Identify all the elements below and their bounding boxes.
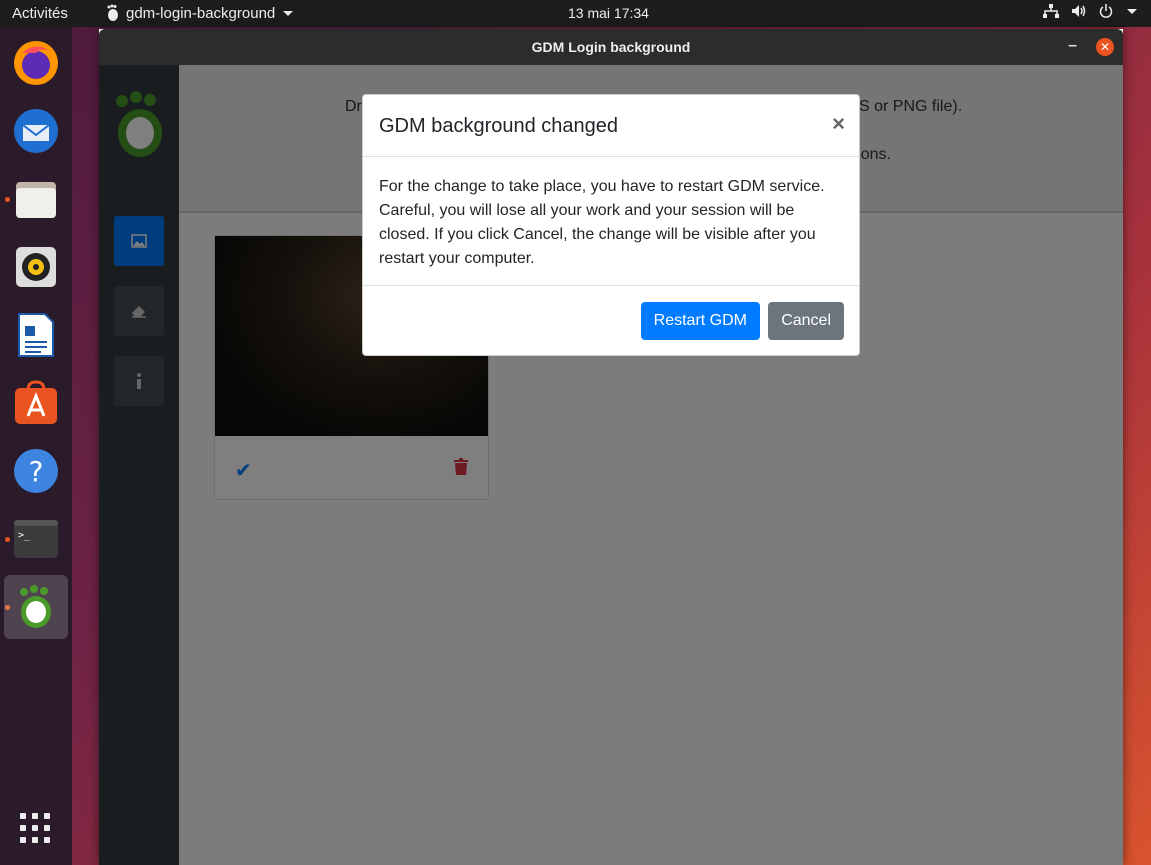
restart-gdm-button[interactable]: Restart GDM <box>640 302 760 340</box>
chevron-down-icon <box>1127 8 1137 14</box>
libreoffice-writer-icon <box>18 313 54 357</box>
modal-close-icon[interactable]: × <box>832 111 845 137</box>
modal-body: For the change to take place, you have t… <box>379 178 825 267</box>
dock-help[interactable]: ? <box>8 443 64 499</box>
gdm-login-background-icon <box>20 585 51 628</box>
system-menu[interactable] <box>1043 4 1137 18</box>
app-menu-label: gdm-login-background <box>126 4 276 22</box>
help-icon: ? <box>14 449 58 493</box>
modal-title: GDM background changed <box>379 115 619 137</box>
firefox-icon <box>14 41 58 85</box>
rhythmbox-icon <box>16 247 56 287</box>
window-close-button[interactable]: ✕ <box>1096 38 1114 56</box>
thunderbird-icon <box>14 109 58 153</box>
gnome-foot-icon <box>107 4 118 21</box>
window-title: GDM Login background <box>531 39 691 55</box>
files-icon <box>16 182 56 218</box>
svg-text:>_: >_ <box>18 530 31 541</box>
dock-firefox[interactable] <box>8 35 64 91</box>
activities-button[interactable]: Activités <box>12 5 68 22</box>
power-icon <box>1099 4 1113 18</box>
clock[interactable]: 13 mai 17:34 <box>568 5 649 21</box>
show-applications-button[interactable] <box>20 813 52 845</box>
dock-software[interactable] <box>8 375 64 431</box>
modal-footer: Restart GDM Cancel <box>363 285 859 357</box>
dock-thunderbird[interactable] <box>8 103 64 159</box>
gdm-changed-dialog: GDM background changed × For the change … <box>362 94 860 356</box>
volume-icon <box>1072 5 1086 17</box>
dock-files[interactable] <box>8 171 64 227</box>
top-bar: Activités gdm-login-background 13 mai 17… <box>0 0 1151 27</box>
app-menu[interactable]: gdm-login-background <box>106 4 294 22</box>
terminal-icon: >_ <box>14 520 58 558</box>
window-titlebar[interactable]: GDM Login background – ✕ <box>99 29 1123 65</box>
svg-text:?: ? <box>29 455 44 488</box>
dock-gdm-login-background[interactable] <box>4 575 68 639</box>
network-icon <box>1043 4 1059 18</box>
dock: ? >_ <box>0 27 72 865</box>
dock-rhythmbox[interactable] <box>8 239 64 295</box>
minimize-button[interactable]: – <box>1068 37 1077 55</box>
dock-terminal[interactable]: >_ <box>8 511 64 567</box>
cancel-button[interactable]: Cancel <box>768 302 844 340</box>
chevron-down-icon <box>283 10 294 16</box>
modal-header: GDM background changed × <box>363 95 859 157</box>
dock-writer[interactable] <box>8 307 64 363</box>
ubuntu-software-icon <box>15 380 57 424</box>
